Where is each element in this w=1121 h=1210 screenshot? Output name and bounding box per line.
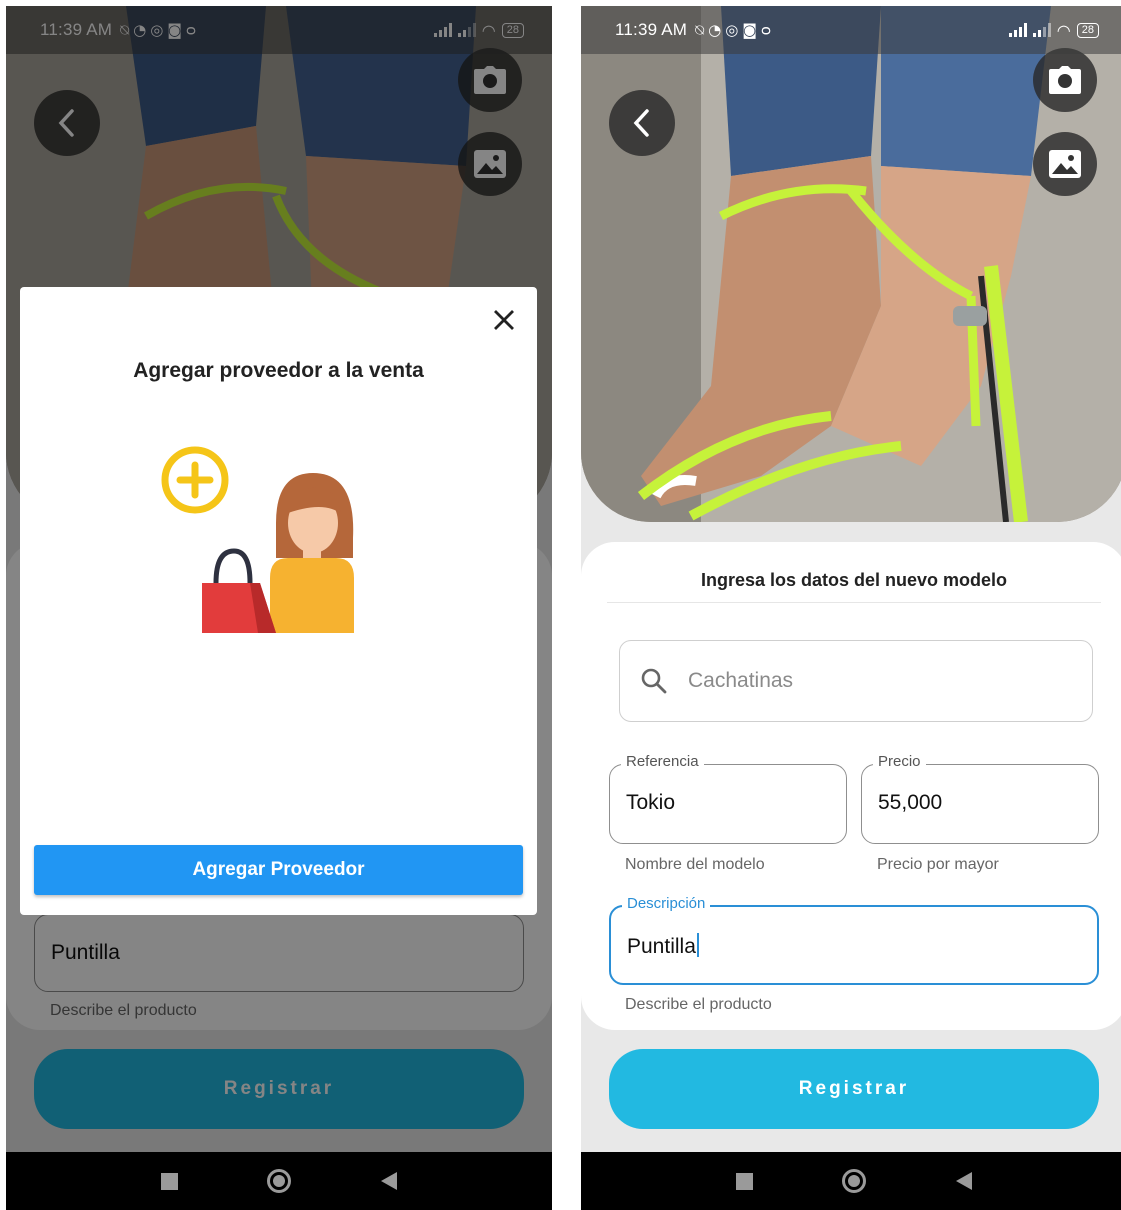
signal-icon [1032, 23, 1051, 37]
register-button[interactable]: Registrar [609, 1049, 1099, 1129]
form-title: Ingresa los datos del nuevo modelo [700, 570, 1008, 590]
price-label: Precio [873, 753, 926, 770]
price-value: 55,000 [878, 791, 943, 814]
search-field[interactable] [619, 640, 1093, 722]
model-form-card: Ingresa los datos del nuevo modelo Refer… [581, 542, 1121, 1030]
gallery-button[interactable] [1033, 132, 1097, 196]
battery-icon: 28 [1076, 22, 1099, 38]
description-field[interactable]: Descripción Puntilla [609, 895, 1099, 985]
signal-icon [1008, 23, 1027, 37]
close-button[interactable] [489, 305, 519, 335]
camera-button[interactable] [1033, 48, 1097, 112]
back-button[interactable] [609, 90, 675, 156]
add-supplier-button[interactable]: Agregar Proveedor [34, 845, 523, 895]
status-time: 11:39 AM [615, 20, 688, 39]
text-cursor [696, 933, 699, 957]
phone-screen-form: 11:39 AM ⍉◔◎◙ᴑ ◠ 28 Ingresa los datos de… [581, 6, 1121, 1210]
reference-helper: Nombre del modelo [625, 856, 765, 873]
price-field[interactable]: Precio 55,000 [861, 753, 1099, 844]
reference-field[interactable]: Referencia Tokio [609, 753, 847, 844]
description-value-wrap: Puntilla [627, 933, 699, 959]
recents-icon[interactable] [735, 1172, 753, 1190]
search-input[interactable] [688, 669, 1028, 693]
search-icon [641, 668, 667, 694]
image-icon [1049, 150, 1081, 178]
price-helper: Precio por mayor [877, 856, 999, 873]
camera-icon [1049, 66, 1081, 94]
notification-icons: ⍉◔◎◙ᴑ [695, 21, 776, 39]
status-bar: 11:39 AM ⍉◔◎◙ᴑ ◠ 28 [581, 6, 1121, 54]
close-icon [494, 310, 514, 330]
system-nav-bar [581, 1152, 1121, 1210]
back-nav-icon[interactable] [956, 1172, 973, 1190]
back-nav-icon[interactable] [381, 1172, 398, 1190]
divider [607, 602, 1101, 603]
chevron-left-icon [633, 109, 649, 137]
home-icon[interactable] [842, 1169, 867, 1193]
wifi-icon: ◠ [1056, 20, 1071, 40]
status-indicators: ◠ 28 [1008, 20, 1099, 40]
dialog-title: Agregar proveedor a la venta [133, 359, 424, 382]
description-value: Puntilla [627, 935, 696, 958]
description-helper: Describe el producto [625, 996, 772, 1013]
add-supplier-illustration-icon [161, 446, 354, 633]
add-supplier-dialog: Agregar proveedor a la venta Agregar Pro… [20, 287, 537, 915]
system-nav-bar [6, 1152, 552, 1210]
home-icon[interactable] [267, 1169, 292, 1193]
reference-value: Tokio [626, 791, 676, 814]
recents-icon[interactable] [160, 1172, 178, 1190]
phone-screen-with-dialog: 11:39 AM ⍉◔◎◙ᴑ ◠ 28 Puntilla Describe el… [6, 6, 552, 1210]
reference-label: Referencia [621, 753, 704, 770]
description-label: Descripción [622, 895, 711, 912]
